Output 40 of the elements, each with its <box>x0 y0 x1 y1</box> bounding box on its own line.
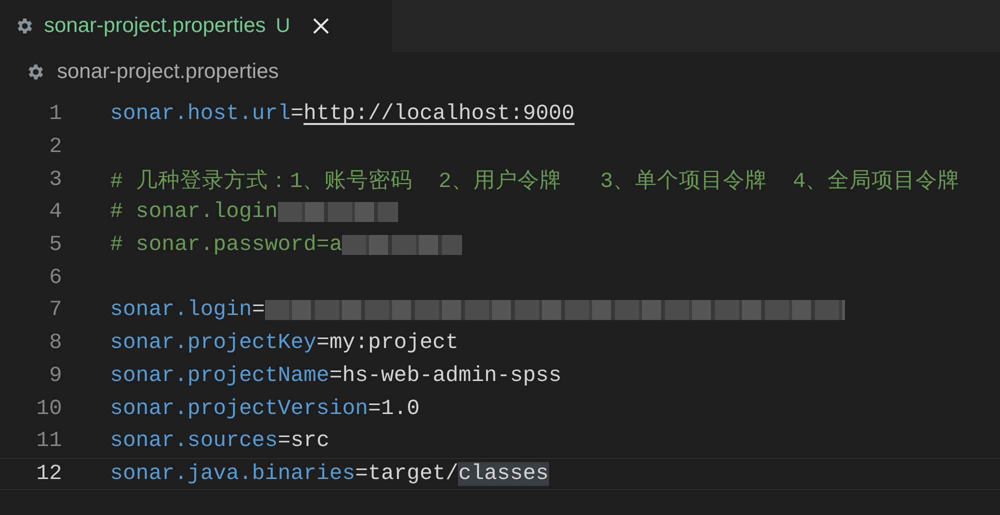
line-number: 5 <box>48 233 62 258</box>
property-key: sonar.projectName <box>110 364 330 388</box>
comment-text: # 几种登录方式：1、账号密码 2、用户令牌 3、单个项目令牌 4、全局项目令牌 <box>110 168 960 194</box>
property-value: src <box>290 429 330 454</box>
line-number: 8 <box>48 331 62 356</box>
equals-sign: = <box>368 396 381 421</box>
property-key: sonar.sources <box>110 429 278 454</box>
close-icon[interactable] <box>312 17 330 35</box>
line-number: 12 <box>35 462 62 486</box>
property-key: sonar.projectVersion <box>110 396 368 421</box>
comment-text: # sonar.password=a <box>110 233 342 258</box>
property-key: sonar.host.url <box>110 102 291 126</box>
line-number: 1 <box>48 102 62 126</box>
line-number: 2 <box>48 135 62 160</box>
url-link[interactable]: http://localhost:9000 <box>304 102 574 126</box>
line-number: 10 <box>35 396 62 421</box>
status-letter: U <box>276 14 290 38</box>
breadcrumb-item[interactable]: sonar-project.properties <box>57 60 279 84</box>
line-number: 11 <box>35 429 62 454</box>
line-number: 6 <box>48 266 62 290</box>
property-value: 1.0 <box>380 396 420 421</box>
property-value: my:project <box>329 331 458 356</box>
property-value: hs-web-admin-spss <box>342 364 562 388</box>
equals-sign: = <box>290 102 304 126</box>
line-number: 4 <box>48 200 62 224</box>
highlighted-word: classes <box>458 462 549 486</box>
line-number: 9 <box>48 364 62 388</box>
equals-sign: = <box>329 364 342 388</box>
property-key: sonar.java.binaries <box>110 462 356 486</box>
property-key: sonar.projectKey <box>110 331 316 356</box>
editor-tab[interactable]: sonar-project.properties U <box>0 0 392 52</box>
property-key: sonar.login <box>110 298 252 322</box>
property-value: target/ <box>368 462 458 486</box>
equals-sign: = <box>278 429 291 454</box>
equals-sign: = <box>252 298 265 322</box>
comment-text: # sonar.login <box>110 200 278 224</box>
equals-sign: = <box>316 331 330 356</box>
line-number: 7 <box>48 298 62 322</box>
equals-sign: = <box>355 462 368 486</box>
line-number: 3 <box>48 168 62 192</box>
